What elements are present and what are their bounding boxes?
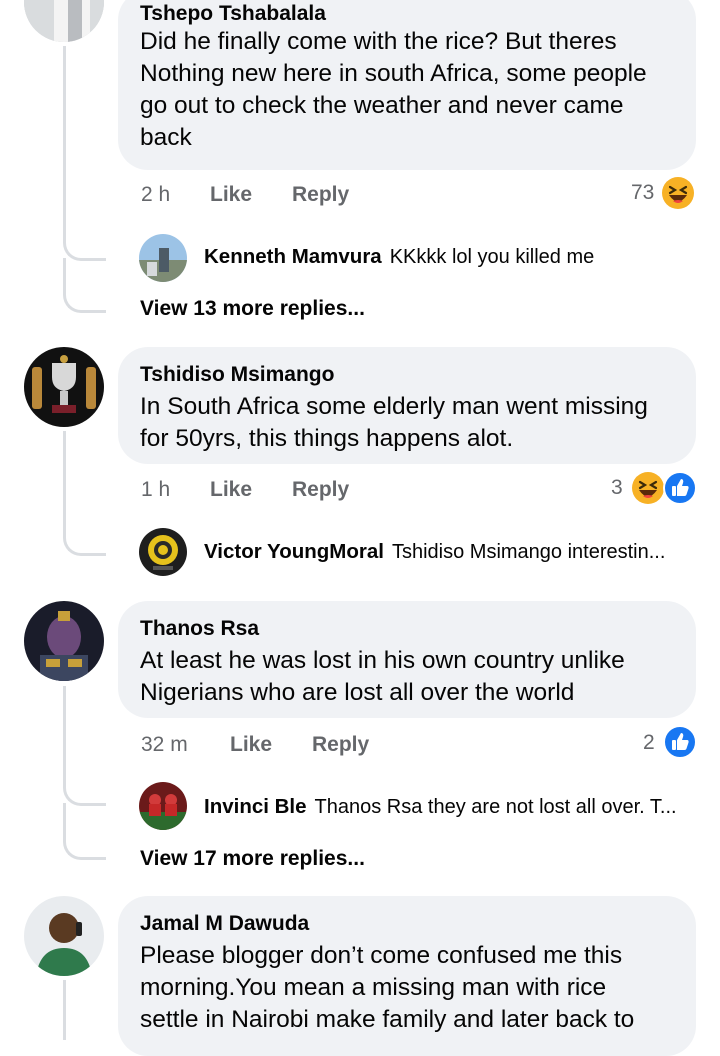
avatar[interactable] [24, 347, 104, 427]
thread-elbow [63, 825, 106, 860]
avatar[interactable] [24, 601, 104, 681]
thread-elbow [63, 775, 106, 806]
thread-line [63, 431, 66, 521]
comment-text-line: In South Africa some elderly man went mi… [140, 393, 648, 420]
avatar[interactable] [24, 896, 104, 976]
comment-text-line: At least he was lost in his own country … [140, 647, 625, 674]
thread-elbow [63, 521, 106, 556]
avatar[interactable] [24, 0, 104, 42]
comment-text-line: back [140, 124, 192, 151]
comment-time[interactable]: 1 h [141, 478, 170, 502]
comment-text-line: Did he finally come with the rice? But t… [140, 28, 617, 55]
reply-preview[interactable]: Invinci Ble Thanos Rsa they are not lost … [204, 795, 677, 819]
reaction-count[interactable]: 73 [631, 181, 654, 205]
comment-time[interactable]: 32 m [141, 733, 188, 757]
thread-elbow [63, 230, 106, 261]
comment-bubble: Thanos Rsa At least he was lost in his o… [118, 601, 696, 718]
comment-text-line: morning.You mean a missing man with rice [140, 974, 607, 1001]
reply-button[interactable]: Reply [292, 478, 349, 502]
haha-emoji[interactable] [661, 176, 695, 210]
comment-text-line: Nothing new here in south Africa, some p… [140, 60, 647, 87]
like-button[interactable]: Like [230, 733, 272, 757]
comment-author[interactable]: Tshidiso Msimango [140, 363, 674, 387]
reaction-count[interactable]: 2 [643, 731, 655, 755]
thread-line [63, 46, 66, 236]
reply-author[interactable]: Victor YoungMoral [204, 540, 384, 563]
comment-author[interactable]: Thanos Rsa [140, 617, 674, 641]
reply-preview[interactable]: Kenneth Mamvura KKkkk lol you killed me [204, 245, 594, 269]
comment-bubble: Tshidiso Msimango In South Africa some e… [118, 347, 696, 464]
comment-bubble: Jamal M Dawuda Please blogger don’t come… [118, 896, 696, 1056]
reply-preview[interactable]: Victor YoungMoral Tshidiso Msimango inter… [204, 540, 665, 564]
reply-text: Thanos Rsa they are not lost all over. T… [314, 796, 677, 818]
avatar[interactable] [139, 234, 187, 282]
thread-line [63, 803, 66, 825]
like-emoji[interactable] [663, 725, 697, 759]
comment-text-line: Please blogger don’t come confused me th… [140, 942, 623, 969]
thread-elbow [63, 278, 106, 313]
avatar[interactable] [139, 528, 187, 576]
view-more-replies-link[interactable]: View 13 more replies... [140, 297, 365, 321]
thread-line [63, 258, 66, 278]
haha-emoji[interactable] [631, 471, 665, 505]
reaction-count[interactable]: 3 [611, 476, 623, 500]
comment-text-line: go out to check the weather and never ca… [140, 92, 624, 119]
reply-text: KKkkk lol you killed me [389, 246, 595, 268]
view-more-replies-link[interactable]: View 17 more replies... [140, 847, 365, 871]
thread-line [63, 980, 66, 1040]
comment-text-line: Nigerians who are lost all over the worl… [140, 679, 575, 706]
like-button[interactable]: Like [210, 478, 252, 502]
reply-text: Tshidiso Msimango interestin... [391, 541, 666, 563]
reply-button[interactable]: Reply [312, 733, 369, 757]
reply-author[interactable]: Invinci Ble [204, 795, 307, 818]
thread-line [63, 686, 66, 775]
like-emoji[interactable] [663, 471, 697, 505]
reply-button[interactable]: Reply [292, 183, 349, 207]
comment-text-line: for 50yrs, this things happens alot. [140, 425, 514, 452]
comment-author[interactable]: Tshepo Tshabalala [140, 2, 674, 26]
comment-author[interactable]: Jamal M Dawuda [140, 912, 674, 936]
comment-bubble: Tshepo Tshabalala Did he finally come wi… [118, 0, 696, 170]
like-button[interactable]: Like [210, 183, 252, 207]
avatar[interactable] [139, 782, 187, 830]
comment-text-line: settle in Nairobi make family and later … [140, 1006, 635, 1033]
comment-time[interactable]: 2 h [141, 183, 170, 207]
reply-author[interactable]: Kenneth Mamvura [204, 245, 382, 268]
